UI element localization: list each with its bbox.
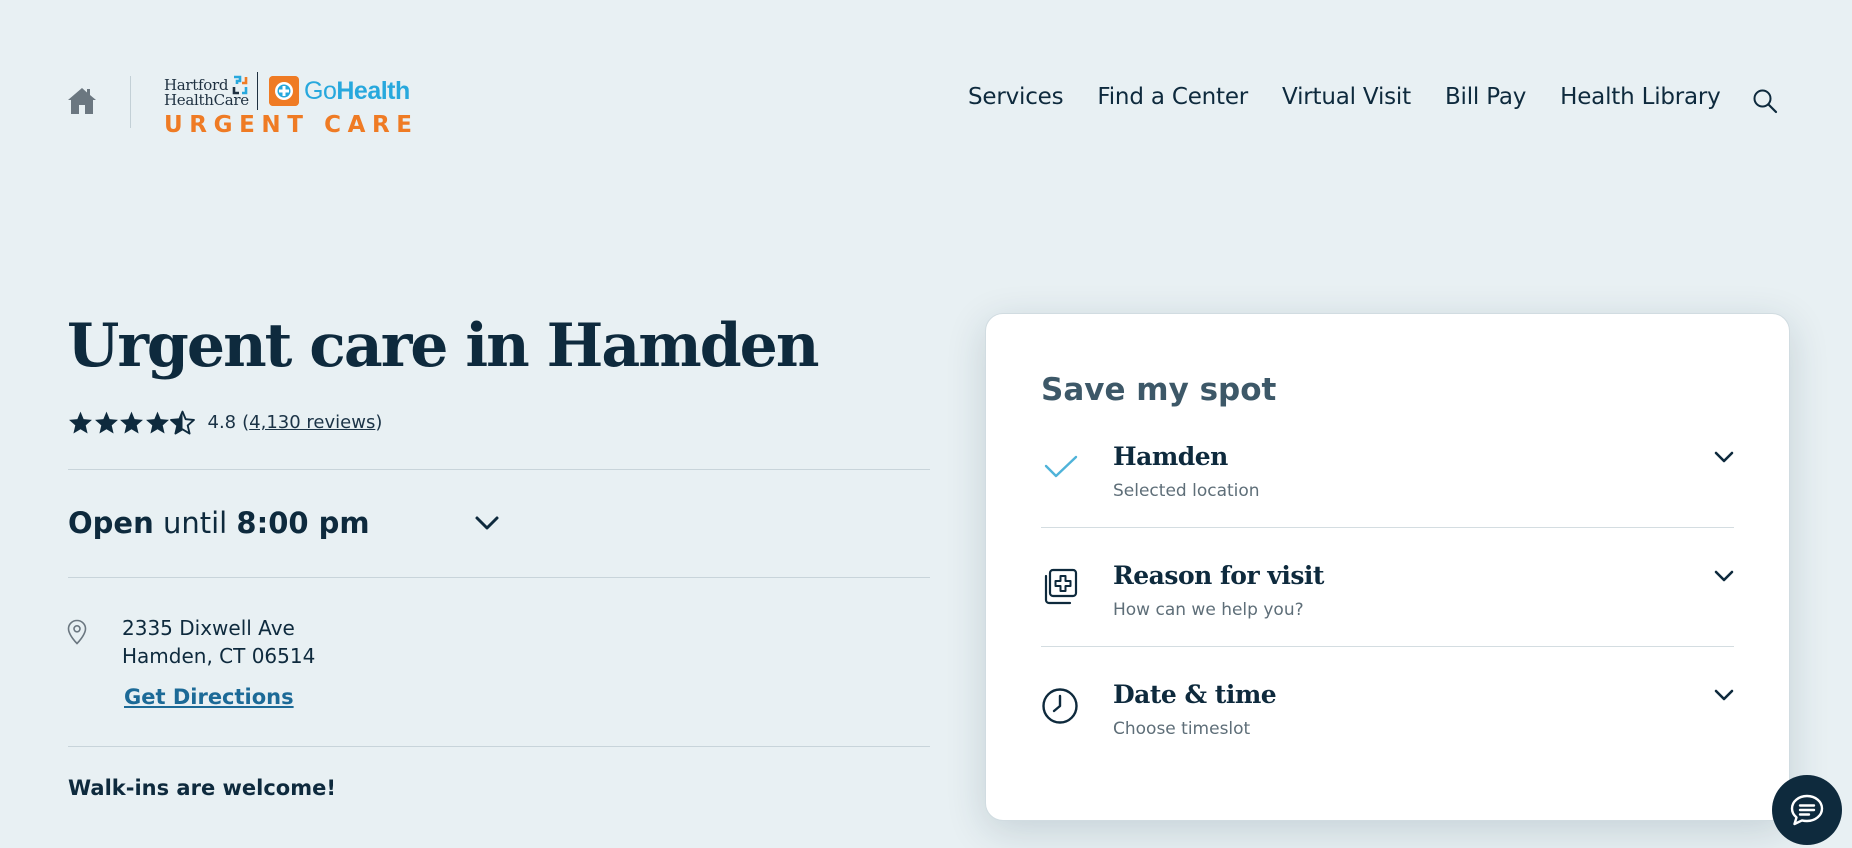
divider xyxy=(1041,527,1734,528)
medical-cross-icon xyxy=(1044,568,1078,605)
clock-icon xyxy=(1042,688,1078,724)
nav-health-library[interactable]: Health Library xyxy=(1560,84,1721,110)
star-half-icon xyxy=(170,410,195,435)
save-my-spot-card: Save my spot Hamden Selected location Re… xyxy=(985,313,1790,821)
nav-bill-pay[interactable]: Bill Pay xyxy=(1445,84,1526,110)
map-pin-icon xyxy=(67,619,87,645)
site-logo[interactable]: Hartford HealthCare GoHealth URGENT CARE xyxy=(164,72,424,138)
step-subtitle: Selected location xyxy=(1113,481,1260,501)
star-icon xyxy=(145,411,169,434)
rating-score: 4.8 xyxy=(207,412,237,433)
step-title: Date & time xyxy=(1113,680,1277,709)
address-line1: 2335 Dixwell Ave xyxy=(122,616,295,640)
card-title: Save my spot xyxy=(1041,372,1277,408)
divider xyxy=(68,469,930,470)
step-subtitle: Choose timeslot xyxy=(1113,719,1251,739)
chevron-down-icon[interactable] xyxy=(1714,450,1734,464)
chat-button[interactable] xyxy=(1772,775,1842,845)
nav-services[interactable]: Services xyxy=(968,84,1064,110)
header-divider xyxy=(130,76,131,128)
chevron-down-icon[interactable] xyxy=(1714,569,1734,583)
divider xyxy=(68,577,930,578)
chevron-down-icon[interactable] xyxy=(474,514,500,532)
get-directions-link[interactable]: Get Directions xyxy=(124,685,294,709)
hours-until: until xyxy=(162,506,228,540)
step-title: Reason for visit xyxy=(1113,561,1324,590)
search-icon[interactable] xyxy=(1752,88,1778,114)
urgent-care-wordmark: URGENT CARE xyxy=(164,112,419,138)
page-title: Urgent care in Hamden xyxy=(67,311,819,381)
rating: 4.8 ( 4,130 reviews ) xyxy=(68,410,382,435)
gohealth-badge-icon xyxy=(269,76,299,106)
hartford-healthcare-mark-icon xyxy=(232,75,248,95)
divider xyxy=(68,746,930,747)
divider xyxy=(1041,646,1734,647)
chat-bubble-icon xyxy=(1790,794,1824,826)
home-icon[interactable] xyxy=(67,86,97,116)
chevron-down-icon[interactable] xyxy=(1714,688,1734,702)
walkins-note: Walk-ins are welcome! xyxy=(68,776,336,800)
hours-toggle[interactable]: Open until 8:00 pm xyxy=(68,506,370,540)
step-subtitle: How can we help you? xyxy=(1113,600,1304,620)
step-date-time[interactable]: Date & time Choose timeslot xyxy=(1041,680,1734,740)
hours-open: Open xyxy=(68,506,154,540)
nav-virtual-visit[interactable]: Virtual Visit xyxy=(1282,84,1411,110)
star-icon xyxy=(94,411,118,434)
rating-paren-close: ) xyxy=(375,412,383,433)
step-title: Hamden xyxy=(1113,442,1228,471)
star-rating xyxy=(68,410,196,435)
reviews-link[interactable]: 4,130 reviews xyxy=(249,412,375,433)
checkmark-icon xyxy=(1044,455,1078,478)
gohealth-wordmark: GoHealth xyxy=(304,77,410,105)
logo-divider xyxy=(257,72,258,110)
step-reason[interactable]: Reason for visit How can we help you? xyxy=(1041,561,1734,621)
star-icon xyxy=(69,411,92,434)
star-icon xyxy=(120,411,143,434)
rating-paren-open: ( xyxy=(242,412,250,433)
address: 2335 Dixwell Ave Hamden, CT 06514 xyxy=(122,614,315,670)
address-line2: Hamden, CT 06514 xyxy=(122,644,316,668)
hours-time: 8:00 pm xyxy=(236,506,370,540)
nav-find-a-center[interactable]: Find a Center xyxy=(1097,84,1248,110)
main-nav: Services Find a Center Virtual Visit Bil… xyxy=(968,84,1755,110)
step-location[interactable]: Hamden Selected location xyxy=(1041,442,1734,502)
